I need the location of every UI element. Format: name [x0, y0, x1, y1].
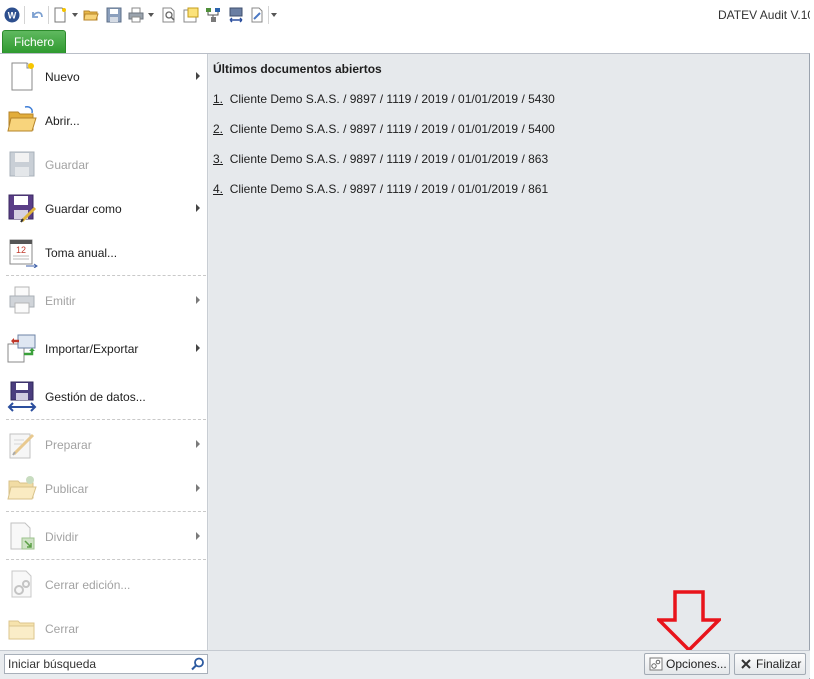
toolbar-separator — [268, 6, 269, 24]
recent-document-item[interactable]: 4. Cliente Demo S.A.S. / 9897 / 1119 / 2… — [213, 182, 548, 196]
recent-document-item[interactable]: 3. Cliente Demo S.A.S. / 9897 / 1119 / 2… — [213, 152, 548, 166]
recent-documents-heading: Últimos documentos abiertos — [213, 62, 382, 76]
recent-item-text: Cliente Demo S.A.S. / 9897 / 1119 / 2019… — [229, 182, 549, 196]
publish-folder-icon — [7, 476, 37, 500]
new-dropdown-icon[interactable] — [72, 13, 78, 17]
menu-item-nuevo[interactable]: Nuevo — [0, 56, 206, 96]
finish-button[interactable]: Finalizar — [734, 653, 806, 675]
menu-item-label: Publicar — [45, 482, 89, 496]
close-edit-icon — [11, 570, 32, 598]
search-input[interactable] — [8, 656, 184, 672]
menu-item-guardar[interactable]: Guardar — [0, 144, 206, 184]
menu-item-label: Dividir — [45, 530, 79, 544]
menu-item-label: Gestión de datos... — [45, 390, 146, 404]
recent-item-text: Cliente Demo S.A.S. / 9897 / 1119 / 2019… — [229, 122, 555, 136]
submenu-arrow-icon — [196, 296, 200, 304]
print-preview-icon[interactable] — [161, 7, 177, 23]
menu-divider — [6, 559, 206, 560]
recent-item-number: 4. — [213, 182, 224, 196]
toolbar-separator — [48, 6, 49, 24]
menu-item-label: Nuevo — [45, 70, 80, 84]
menu-item-label: Cerrar edición... — [45, 578, 131, 592]
ribbon-tab-strip — [0, 30, 814, 54]
submenu-arrow-icon — [196, 440, 200, 448]
toolbar-separator — [24, 6, 25, 24]
menu-item-label: Importar/Exportar — [45, 342, 139, 356]
menu-item-label: Cerrar — [45, 622, 80, 636]
open-folder-icon — [7, 106, 37, 132]
menu-item-label: Preparar — [45, 438, 92, 452]
recent-item-number: 2. — [213, 122, 224, 136]
menu-divider — [6, 419, 206, 420]
options-icon — [649, 657, 663, 671]
new-document-icon — [11, 62, 34, 91]
save-icon[interactable] — [106, 7, 122, 23]
menu-item-label: Abrir... — [45, 114, 80, 128]
menu-item-dividir[interactable]: Dividir — [0, 516, 206, 556]
quick-access-toolbar: W DATEV Audit V.10. — [0, 0, 814, 30]
app-logo-icon[interactable]: W — [4, 7, 20, 23]
customize-toolbar-icon[interactable] — [271, 13, 277, 17]
new-document-icon[interactable] — [52, 7, 68, 23]
print-dropdown-icon[interactable] — [148, 13, 154, 17]
recent-item-text: Cliente Demo S.A.S. / 9897 / 1119 / 2019… — [229, 152, 549, 166]
menu-item-label: Guardar como — [45, 202, 122, 216]
menu-item-label: Toma anual... — [45, 246, 118, 260]
edit-document-icon[interactable] — [249, 7, 265, 23]
window-edge — [810, 0, 814, 679]
open-folder-icon[interactable] — [83, 7, 99, 23]
prepare-icon — [9, 433, 35, 459]
split-document-icon — [10, 522, 35, 550]
data-transfer-icon[interactable] — [228, 7, 244, 23]
menu-divider — [6, 275, 206, 276]
options-button[interactable]: Opciones... — [644, 653, 730, 675]
print-icon — [9, 286, 35, 314]
search-box — [4, 654, 208, 674]
recent-item-number: 3. — [213, 152, 224, 166]
submenu-arrow-icon — [196, 344, 200, 352]
menu-item-importar-exportar[interactable]: Importar/Exportar — [0, 328, 206, 368]
submenu-arrow-icon — [196, 72, 200, 80]
save-icon — [9, 151, 35, 177]
search-icon[interactable] — [191, 657, 205, 671]
annotation-arrow-icon — [657, 590, 721, 652]
svg-text:W: W — [8, 11, 17, 21]
close-icon — [741, 659, 751, 669]
menu-item-guardar-como[interactable]: Guardar como — [0, 188, 206, 228]
tab-fichero[interactable]: Fichero — [2, 30, 66, 53]
menu-item-emitir[interactable]: Emitir — [0, 280, 206, 320]
recent-document-item[interactable]: 2. Cliente Demo S.A.S. / 9897 / 1119 / 2… — [213, 122, 555, 136]
menu-divider — [6, 511, 206, 512]
menu-item-label: Emitir — [45, 294, 76, 308]
menu-item-label: Guardar — [45, 158, 90, 172]
recent-document-item[interactable]: 1. Cliente Demo S.A.S. / 9897 / 1119 / 2… — [213, 92, 555, 106]
finish-button-label: Finalizar — [756, 657, 802, 671]
recent-item-number: 1. — [213, 92, 224, 106]
undo-icon[interactable] — [29, 7, 45, 23]
close-folder-icon — [8, 620, 35, 640]
submenu-arrow-icon — [196, 204, 200, 212]
menu-item-toma-anual[interactable]: 12 Toma anual... — [0, 232, 206, 272]
calendar-icon: 12 — [9, 239, 38, 268]
print-icon[interactable] — [128, 7, 144, 23]
save-as-icon — [8, 194, 37, 223]
window-title: DATEV Audit V.10. — [718, 8, 814, 22]
submenu-arrow-icon — [196, 484, 200, 492]
data-management-icon — [7, 381, 37, 412]
menu-item-gestion-de-datos[interactable]: Gestión de datos... — [0, 376, 206, 416]
submenu-arrow-icon — [196, 532, 200, 540]
menu-item-abrir[interactable]: Abrir... — [0, 100, 206, 140]
menu-item-publicar[interactable]: Publicar — [0, 468, 206, 508]
notes-icon[interactable] — [183, 7, 199, 23]
recent-documents-pane — [209, 54, 809, 650]
import-export-icon — [7, 334, 36, 363]
recent-item-text: Cliente Demo S.A.S. / 9897 / 1119 / 2019… — [229, 92, 555, 106]
structure-icon[interactable] — [205, 7, 221, 23]
menu-item-cerrar-edicion[interactable]: Cerrar edición... — [0, 564, 206, 604]
menu-item-cerrar[interactable]: Cerrar — [0, 608, 206, 648]
options-button-label: Opciones... — [666, 657, 727, 671]
menu-item-preparar[interactable]: Preparar — [0, 424, 206, 464]
svg-text:12: 12 — [16, 245, 26, 255]
